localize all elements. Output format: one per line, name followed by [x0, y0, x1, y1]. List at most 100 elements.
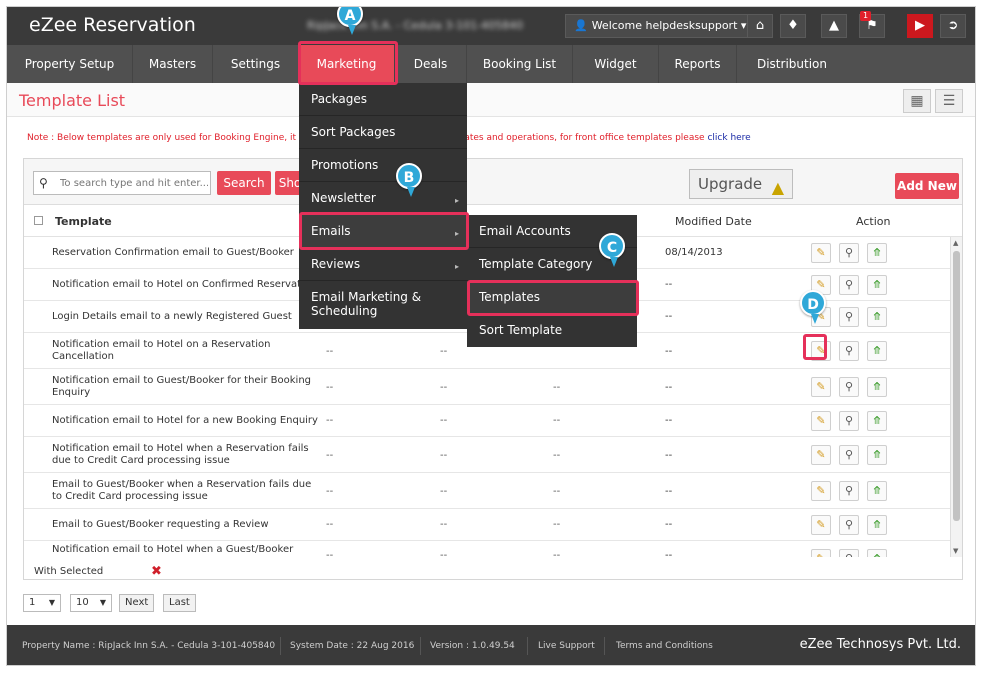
menu-item-email-marketing[interactable]: Email Marketing & Scheduling: [299, 281, 467, 329]
cell-empty: --: [440, 519, 448, 530]
scroll-down-arrow-icon[interactable]: ▼: [953, 547, 958, 555]
template-name[interactable]: Reservation Confirmation email to Guest/…: [52, 247, 322, 259]
menu-item-packages[interactable]: Packages: [299, 83, 467, 116]
edit-pencil-icon[interactable]: ✎: [811, 445, 831, 465]
menu-item-promotions[interactable]: Promotions: [299, 149, 467, 182]
scroll-up-arrow-icon[interactable]: ▲: [953, 239, 958, 247]
template-name[interactable]: Email to Guest/Booker requesting a Revie…: [52, 519, 322, 531]
upload-arrow-icon[interactable]: ⤊: [867, 341, 887, 361]
cell-empty: --: [440, 450, 448, 461]
menu-item-label: Emails: [311, 224, 351, 238]
nav-distribution[interactable]: Distribution: [737, 45, 847, 83]
search-button[interactable]: Search: [217, 171, 271, 195]
edit-pencil-icon[interactable]: ✎: [811, 549, 831, 557]
terms-link[interactable]: Terms and Conditions: [616, 641, 713, 651]
flag-icon[interactable]: ⚑ 1: [859, 11, 885, 38]
template-name[interactable]: Notification email to Guest/Booker for t…: [52, 375, 322, 399]
table-row: Notification email to Hotel when a Reser…: [24, 437, 950, 473]
next-page-button[interactable]: Next: [119, 594, 155, 612]
edit-pencil-icon[interactable]: ✎: [811, 481, 831, 501]
edit-pencil-icon[interactable]: ✎: [811, 377, 831, 397]
nav-booking-list[interactable]: Booking List: [467, 45, 573, 83]
home-icon[interactable]: ⌂: [747, 14, 773, 38]
user-icon: 👤: [574, 19, 588, 32]
search-input[interactable]: [60, 174, 208, 192]
nav-deals[interactable]: Deals: [395, 45, 467, 83]
page-select[interactable]: 1 ▼: [23, 594, 61, 612]
nav-reports[interactable]: Reports: [659, 45, 737, 83]
upload-arrow-icon[interactable]: ⤊: [867, 411, 887, 431]
menu-item-newsletter[interactable]: Newsletter ▸: [299, 182, 467, 215]
add-new-button[interactable]: Add New: [895, 173, 959, 199]
table-scrollbar[interactable]: ▲ ▼: [950, 237, 962, 557]
edit-pencil-icon[interactable]: ✎: [811, 411, 831, 431]
preview-magnifier-icon[interactable]: ⚲: [839, 243, 859, 263]
menu-item-label: Reviews: [311, 257, 361, 271]
template-name[interactable]: Login Details email to a newly Registere…: [52, 311, 322, 323]
menu-item-sort-packages[interactable]: Sort Packages: [299, 116, 467, 149]
menu-item-emails[interactable]: Emails ▸: [299, 215, 467, 248]
user-menu-button[interactable]: 👤 Welcome helpdesksupport ▾: [565, 14, 756, 38]
preview-magnifier-icon[interactable]: ⚲: [839, 411, 859, 431]
upload-arrow-icon[interactable]: ⤊: [867, 445, 887, 465]
bell-icon[interactable]: ♦: [780, 14, 806, 38]
submenu-item-templates[interactable]: Templates: [467, 281, 637, 314]
upload-arrow-icon[interactable]: ⤊: [867, 275, 887, 295]
upload-arrow-icon[interactable]: ⤊: [867, 307, 887, 327]
upload-arrow-icon[interactable]: ⤊: [867, 243, 887, 263]
upload-arrow-icon[interactable]: ⤊: [867, 377, 887, 397]
edit-pencil-icon[interactable]: ✎: [811, 341, 831, 361]
menu-item-label: Newsletter: [311, 191, 376, 205]
note-text-start: Note : Below templates are only used for…: [27, 133, 307, 143]
scroll-thumb[interactable]: [953, 251, 960, 521]
grid-view-icon[interactable]: ▦: [903, 89, 931, 113]
preview-magnifier-icon[interactable]: ⚲: [839, 377, 859, 397]
preview-magnifier-icon[interactable]: ⚲: [839, 445, 859, 465]
youtube-icon[interactable]: ▶: [907, 14, 933, 38]
modified-date: --: [665, 450, 673, 461]
footer-property: Property Name : RipJack Inn S.A. - Cedul…: [22, 641, 276, 651]
preview-magnifier-icon[interactable]: ⚲: [839, 341, 859, 361]
preview-magnifier-icon[interactable]: ⚲: [839, 481, 859, 501]
edit-pencil-icon[interactable]: ✎: [811, 515, 831, 535]
preview-magnifier-icon[interactable]: ⚲: [839, 275, 859, 295]
template-name[interactable]: Email to Guest/Booker when a Reservation…: [52, 479, 322, 503]
megaphone-icon[interactable]: ▲: [821, 14, 847, 38]
footer: Property Name : RipJack Inn S.A. - Cedul…: [7, 625, 975, 665]
template-name[interactable]: Notification email to Hotel when a Reser…: [52, 443, 322, 467]
table-row: Notification email to Guest/Booker for t…: [24, 369, 950, 405]
nav-widget[interactable]: Widget: [573, 45, 659, 83]
upload-arrow-icon[interactable]: ⤊: [867, 481, 887, 501]
template-name[interactable]: Notification email to Hotel for a new Bo…: [52, 415, 322, 427]
modified-date: --: [665, 279, 673, 290]
click-here-link[interactable]: click here: [707, 133, 750, 143]
nav-marketing[interactable]: Marketing: [299, 45, 395, 83]
menu-item-reviews[interactable]: Reviews ▸: [299, 248, 467, 281]
logout-icon[interactable]: ➲: [940, 14, 966, 38]
upgrade-button[interactable]: Upgrade ▲: [689, 169, 793, 199]
select-all-checkbox[interactable]: [34, 216, 43, 225]
upload-arrow-icon[interactable]: ⤊: [867, 515, 887, 535]
footer-divider: [280, 637, 281, 655]
template-name[interactable]: Notification email to Hotel on a Reserva…: [52, 339, 322, 363]
caret-down-icon: ▼: [99, 598, 106, 607]
delete-selected-icon[interactable]: ✖: [151, 564, 162, 579]
last-page-button[interactable]: Last: [163, 594, 196, 612]
per-page-select[interactable]: 10 ▼: [70, 594, 112, 612]
upgrade-label: Upgrade: [698, 175, 763, 193]
template-name[interactable]: Notification email to Hotel on Confirmed…: [52, 279, 322, 291]
preview-magnifier-icon[interactable]: ⚲: [839, 549, 859, 557]
preview-magnifier-icon[interactable]: ⚲: [839, 515, 859, 535]
app-title: eZee Reservation: [29, 14, 196, 36]
list-view-icon[interactable]: ☰: [935, 89, 963, 113]
nav-settings[interactable]: Settings: [213, 45, 299, 83]
template-name[interactable]: Notification email to Hotel when a Guest…: [52, 544, 322, 556]
edit-pencil-icon[interactable]: ✎: [811, 243, 831, 263]
nav-property-setup[interactable]: Property Setup: [7, 45, 133, 83]
header-modified-date: Modified Date: [675, 215, 752, 228]
nav-masters[interactable]: Masters: [133, 45, 213, 83]
submenu-item-sort-template[interactable]: Sort Template: [467, 314, 637, 347]
preview-magnifier-icon[interactable]: ⚲: [839, 307, 859, 327]
upload-arrow-icon[interactable]: ⤊: [867, 549, 887, 557]
live-support-link[interactable]: Live Support: [538, 641, 595, 651]
